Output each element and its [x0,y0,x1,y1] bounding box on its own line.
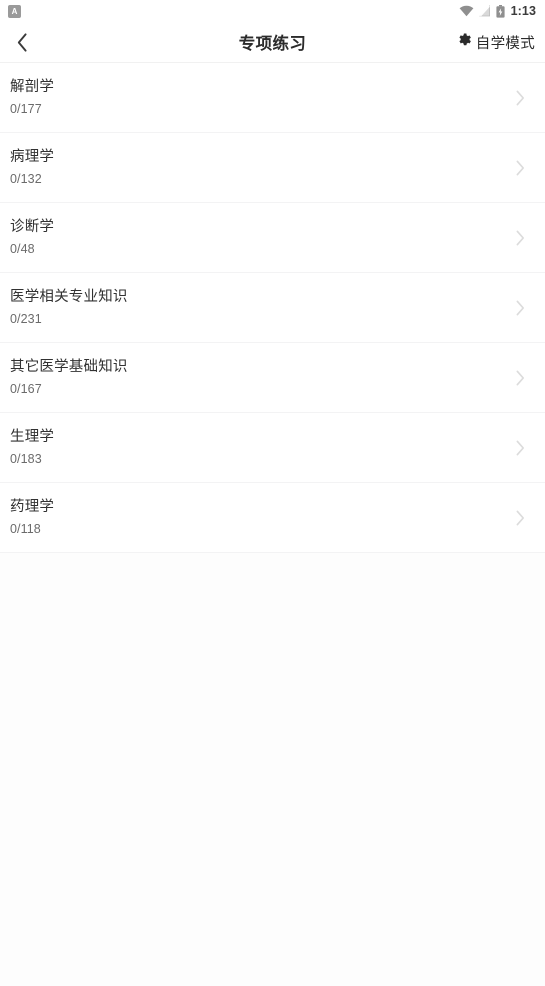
gear-icon [458,33,471,51]
list-item-texts: 生理学 0/183 [10,430,511,465]
subject-list: 解剖学 0/177 病理学 0/132 诊断学 0/48 医学相关专业知识 0/… [0,63,545,553]
list-item-progress: 0/118 [10,521,41,536]
list-item-progress: 0/177 [10,101,42,116]
self-study-mode-label: 自学模式 [475,35,535,52]
list-item-title: 诊断学 [10,219,55,235]
chevron-right-icon [511,370,529,386]
list-item-texts: 解剖学 0/177 [10,80,511,115]
chevron-right-icon [511,440,529,456]
status-bar: A 1:13 [0,0,545,22]
chevron-left-icon [17,32,28,52]
status-bar-clock: 1:13 [510,4,536,18]
list-item-progress: 0/183 [10,451,42,466]
app-header: 专项练习 自学模式 [0,22,545,63]
list-item-title: 其它医学基础知识 [10,359,128,375]
chevron-right-icon [511,230,529,246]
status-bar-right: 1:13 [459,4,536,18]
list-item[interactable]: 医学相关专业知识 0/231 [0,273,545,343]
list-item[interactable]: 生理学 0/183 [0,413,545,483]
cellular-signal-off-icon [478,5,491,17]
back-button[interactable] [0,22,44,63]
empty-area [0,553,545,986]
app-screen: A 1:13 专项练习 自学模式 解剖学 0/177 病理学 0/132 诊断学… [0,0,545,986]
list-item-progress: 0/167 [10,381,42,396]
list-item-texts: 病理学 0/132 [10,150,511,185]
battery-icon [495,4,505,18]
list-item-title: 医学相关专业知识 [10,289,128,305]
chevron-right-icon [511,510,529,526]
list-item-progress: 0/132 [10,171,42,186]
list-item-progress: 0/48 [10,241,35,256]
wifi-icon [459,5,474,17]
list-item[interactable]: 病理学 0/132 [0,133,545,203]
list-item-texts: 诊断学 0/48 [10,220,511,255]
app-notification-icon: A [8,4,21,18]
chevron-right-icon [511,300,529,316]
list-item-title: 解剖学 [10,79,55,95]
list-item-texts: 医学相关专业知识 0/231 [10,290,511,325]
list-item-title: 生理学 [10,429,55,445]
list-item[interactable]: 诊断学 0/48 [0,203,545,273]
self-study-mode-button[interactable]: 自学模式 [458,32,535,53]
status-bar-left: A [8,4,21,18]
list-item-progress: 0/231 [10,311,42,326]
list-item-title: 病理学 [10,149,55,165]
list-item[interactable]: 其它医学基础知识 0/167 [0,343,545,413]
list-item-texts: 药理学 0/118 [10,500,511,535]
list-item[interactable]: 解剖学 0/177 [0,63,545,133]
list-item-texts: 其它医学基础知识 0/167 [10,360,511,395]
chevron-right-icon [511,160,529,176]
list-item-title: 药理学 [10,499,55,515]
list-item[interactable]: 药理学 0/118 [0,483,545,553]
chevron-right-icon [511,90,529,106]
